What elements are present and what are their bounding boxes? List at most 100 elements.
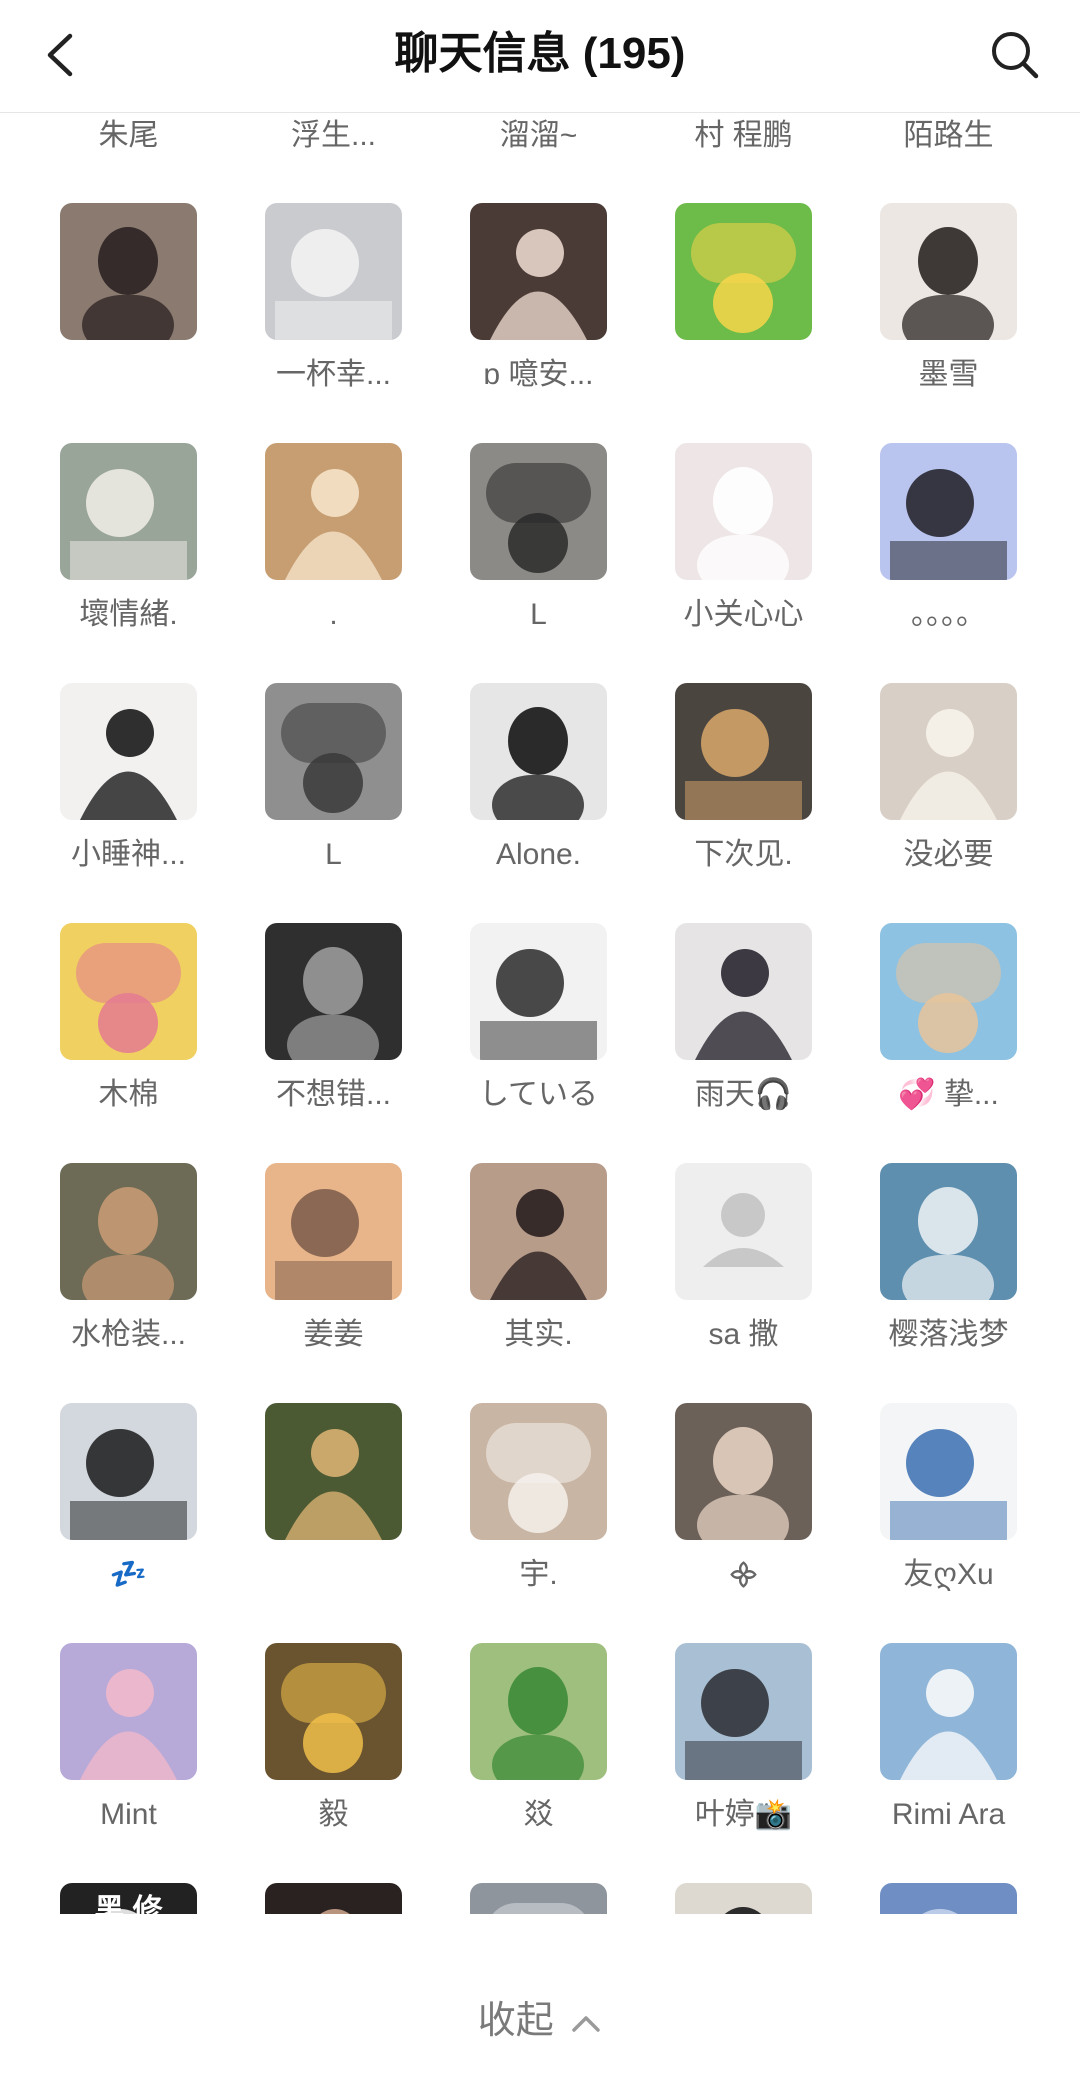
avatar[interactable] [60,683,197,820]
avatar[interactable] [265,203,402,340]
member-item[interactable]: 💤 [26,1403,231,1643]
member-item[interactable]: している [436,923,641,1163]
member-item[interactable]: 没必要 [846,683,1051,923]
avatar[interactable] [265,1883,402,1914]
member-name: 小关心心 [683,598,804,631]
avatar[interactable] [880,1403,1017,1540]
avatar[interactable] [880,1163,1017,1300]
member-item-partial[interactable] [231,1883,436,1914]
member-item[interactable]: Mint [26,1643,231,1883]
member-item[interactable]: 不想错... [231,923,436,1163]
avatar[interactable] [880,203,1017,340]
avatar[interactable] [470,1643,607,1780]
member-item[interactable]: 木棉 [26,923,231,1163]
member-name: ᯽ [726,1558,761,1591]
member-name[interactable]: 朱尾 [26,116,231,156]
avatar[interactable] [880,443,1017,580]
member-item-partial[interactable]: 黑 修 [26,1883,231,1914]
member-item[interactable]: 叶婷📸 [641,1643,846,1883]
member-item[interactable]: 下次见. [641,683,846,923]
member-row-partial-top: 朱尾 浮生... 溜溜~ 村 程鹏 陌路生 [0,112,1080,160]
member-name[interactable]: 村 程鹏 [641,116,846,156]
member-name: 小睡神... [70,838,186,871]
avatar[interactable] [675,1403,812,1540]
member-name: 下次见. [694,838,793,871]
member-item[interactable]: 水枪装... [26,1163,231,1403]
avatar[interactable] [265,1163,402,1300]
avatar[interactable] [470,203,607,340]
avatar[interactable] [470,1883,607,1914]
avatar[interactable] [60,1163,197,1300]
member-item[interactable]: 一杯幸... [231,203,436,443]
member-item[interactable]: 雨天🎧 [641,923,846,1163]
member-item[interactable]: 。。。。 [846,443,1051,683]
member-item[interactable]: 樱落浅梦 [846,1163,1051,1403]
avatar[interactable] [470,443,607,580]
avatar[interactable] [60,1403,197,1540]
member-item[interactable] [641,203,846,443]
avatar[interactable] [880,683,1017,820]
avatar[interactable] [880,1883,1017,1914]
member-item[interactable]: 㸚 [436,1643,641,1883]
member-item[interactable] [231,1403,436,1643]
avatar[interactable] [60,1643,197,1780]
avatar[interactable] [470,683,607,820]
avatar[interactable] [60,203,197,340]
avatar[interactable] [675,203,812,340]
search-icon[interactable] [986,26,1044,84]
member-name[interactable]: 浮生... [231,116,436,156]
member-item[interactable]: ᯽ [641,1403,846,1643]
avatar[interactable] [265,1643,402,1780]
member-item[interactable]: Rimi Ara [846,1643,1051,1883]
member-item[interactable]: 友ღXu [846,1403,1051,1643]
member-name: Rimi Ara [891,1798,1006,1831]
avatar[interactable] [675,923,812,1060]
member-item[interactable]: . [231,443,436,683]
member-item[interactable]: 其实. [436,1163,641,1403]
member-item[interactable] [26,203,231,443]
member-item-partial[interactable] [436,1883,641,1914]
avatar[interactable] [470,923,607,1060]
member-name: ɒ 噫安... [483,358,594,391]
member-item-partial[interactable] [846,1883,1051,1914]
avatar[interactable]: 黑 修 [60,1883,197,1914]
avatar[interactable] [265,923,402,1060]
member-item[interactable]: L [436,443,641,683]
member-item[interactable]: Alone. [436,683,641,923]
avatar[interactable] [265,683,402,820]
member-item-partial[interactable] [641,1883,846,1914]
member-item[interactable]: 小关心心 [641,443,846,683]
avatar[interactable] [470,1403,607,1540]
member-item[interactable]: 小睡神... [26,683,231,923]
member-item[interactable]: sa 撒 [641,1163,846,1403]
member-item[interactable]: 宇. [436,1403,641,1643]
member-name: 没必要 [903,838,994,871]
member-name: Mint [100,1798,157,1831]
avatar[interactable] [60,443,197,580]
avatar[interactable] [675,1643,812,1780]
avatar[interactable] [880,923,1017,1060]
member-name: 毅 [318,1798,349,1831]
member-item[interactable]: 毅 [231,1643,436,1883]
avatar[interactable] [675,1883,812,1914]
avatar[interactable] [60,923,197,1060]
member-item[interactable]: 姜姜 [231,1163,436,1403]
avatar[interactable] [675,443,812,580]
member-name[interactable]: 溜溜~ [436,116,641,156]
member-item[interactable]: ɒ 噫安... [436,203,641,443]
member-name: sa 撒 [708,1318,779,1351]
member-name[interactable]: 陌路生 [846,116,1051,156]
member-name: 。。。。 [911,598,986,631]
member-item[interactable]: 壞情緒. [26,443,231,683]
avatar[interactable] [265,1403,402,1540]
avatar[interactable] [470,1163,607,1300]
avatar[interactable] [880,1643,1017,1780]
member-item[interactable]: 墨雪 [846,203,1051,443]
avatar[interactable] [265,443,402,580]
default-avatar-icon[interactable] [675,1163,812,1300]
member-item[interactable]: L [231,683,436,923]
member-item[interactable]: 💞 挚... [846,923,1051,1163]
avatar[interactable] [675,683,812,820]
member-name: 其实. [504,1318,573,1351]
collapse-button[interactable]: 收起 [0,1996,1080,2046]
